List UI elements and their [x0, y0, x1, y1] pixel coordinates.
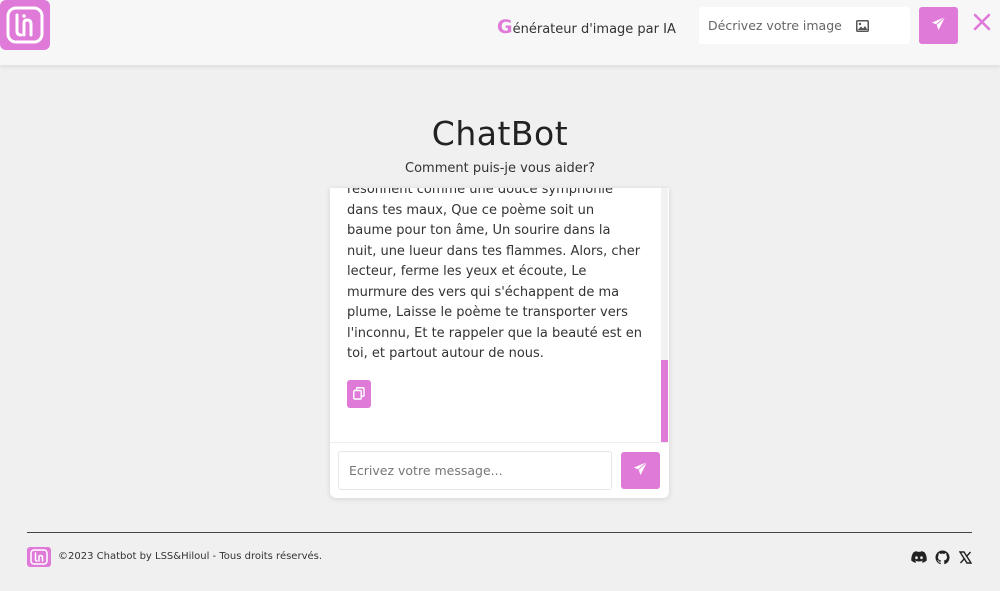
- send-message-button[interactable]: [621, 452, 660, 489]
- footer-logo-icon[interactable]: [27, 547, 51, 567]
- close-icon: [972, 12, 992, 36]
- page-subtitle: Comment puis-je vous aider?: [405, 161, 595, 176]
- bot-message: résonnent comme une douce symphonie dans…: [347, 188, 642, 361]
- lh-logo-icon[interactable]: [0, 0, 50, 50]
- discord-icon[interactable]: [911, 549, 927, 565]
- message-input[interactable]: [349, 463, 599, 478]
- paper-plane-icon: [633, 461, 648, 480]
- footer-copyright: ©2023 Chatbot by LSS&Hiloul - Tous droit…: [58, 551, 323, 562]
- title-initial: G: [497, 16, 513, 38]
- title-rest: énérateur d'image par IA: [512, 22, 676, 37]
- close-button[interactable]: [970, 12, 994, 36]
- github-icon[interactable]: [934, 549, 950, 565]
- divider: [330, 442, 669, 443]
- chat-scrollbar[interactable]: [661, 188, 668, 442]
- image-icon: [856, 19, 869, 32]
- image-generator-title: Générateur d'image par IA: [497, 16, 676, 38]
- x-icon[interactable]: [957, 549, 973, 565]
- paper-plane-icon: [931, 16, 946, 35]
- copy-button[interactable]: [347, 380, 371, 408]
- copy-icon: [353, 385, 365, 404]
- top-header: Générateur d'image par IA: [0, 0, 1000, 65]
- page-title: ChatBot: [431, 114, 569, 153]
- image-prompt-input[interactable]: [708, 18, 854, 33]
- chat-window: résonnent comme une douce symphonie dans…: [330, 188, 669, 498]
- footer-divider: [27, 532, 972, 533]
- message-field: [338, 451, 612, 490]
- image-prompt-field: [699, 7, 910, 44]
- message-list[interactable]: résonnent comme une douce symphonie dans…: [330, 188, 669, 442]
- scrollbar-thumb[interactable]: [661, 360, 668, 442]
- generate-image-button[interactable]: [919, 7, 958, 44]
